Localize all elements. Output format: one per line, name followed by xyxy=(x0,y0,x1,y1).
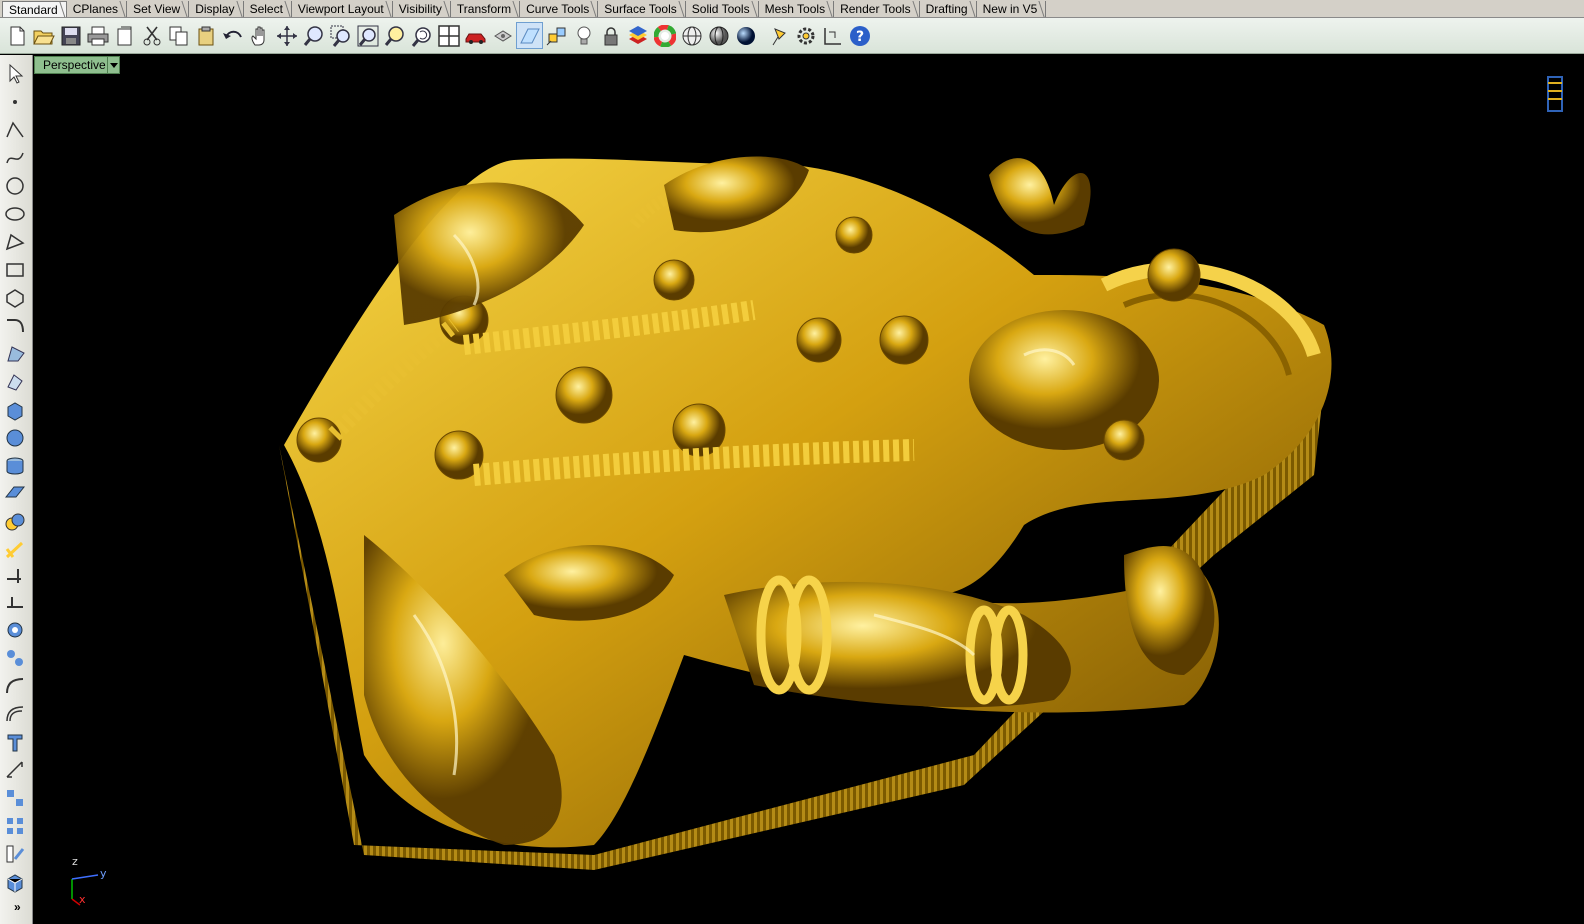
wireframe-sphere-icon[interactable] xyxy=(678,22,705,49)
pin-icon[interactable] xyxy=(765,22,792,49)
axis-x-label: x xyxy=(79,893,86,906)
cplane-icon[interactable] xyxy=(516,22,543,49)
main-left-toolbar xyxy=(0,55,33,924)
tab-new-in-v5[interactable]: New in V5 xyxy=(977,1,1047,17)
split-icon[interactable] xyxy=(3,591,27,613)
more-tools-chevron[interactable]: » xyxy=(14,900,21,914)
standard-toolbar: ? xyxy=(0,18,1584,54)
plane-icon[interactable] xyxy=(3,483,27,505)
fillet-icon[interactable] xyxy=(3,675,27,697)
properties-icon[interactable] xyxy=(3,843,27,865)
box-icon[interactable] xyxy=(3,399,27,421)
paste-icon[interactable] xyxy=(192,22,219,49)
tab-curve-tools[interactable]: Curve Tools xyxy=(520,1,599,17)
curve-icon[interactable] xyxy=(3,147,27,169)
offset-icon[interactable] xyxy=(3,703,27,725)
pan-hand-icon[interactable] xyxy=(246,22,273,49)
svg-text:?: ? xyxy=(855,29,863,45)
tab-drafting[interactable]: Drafting xyxy=(920,1,977,17)
tab-render-tools[interactable]: Render Tools xyxy=(834,1,920,17)
cut-icon[interactable] xyxy=(138,22,165,49)
toolbar-tab-strip: Standard CPlanes Set View Display Select View… xyxy=(0,0,1584,18)
world-axes-icon xyxy=(71,874,99,906)
rectangle-icon[interactable] xyxy=(3,259,27,281)
zoom-icon[interactable] xyxy=(300,22,327,49)
copy-icon[interactable] xyxy=(165,22,192,49)
copy-to-clipboard-icon[interactable] xyxy=(111,22,138,49)
tab-cplanes[interactable]: CPlanes xyxy=(67,1,128,17)
new-file-icon[interactable] xyxy=(3,22,30,49)
zoom-extents-icon[interactable] xyxy=(354,22,381,49)
explode-icon[interactable] xyxy=(3,647,27,669)
tab-viewport-layout[interactable]: Viewport Layout xyxy=(292,1,393,17)
arc-icon[interactable] xyxy=(3,231,27,253)
point-icon[interactable] xyxy=(3,91,27,113)
tab-transform[interactable]: Transform xyxy=(451,1,521,17)
polyline-icon[interactable] xyxy=(3,119,27,141)
tab-solid-tools[interactable]: Solid Tools xyxy=(686,1,759,17)
layer-icon[interactable] xyxy=(624,22,651,49)
perspective-viewport[interactable]: Perspective z y x xyxy=(34,55,1584,924)
undo-view-icon[interactable] xyxy=(408,22,435,49)
help-icon[interactable]: ? xyxy=(846,22,873,49)
undo-icon[interactable] xyxy=(219,22,246,49)
camera-icon[interactable] xyxy=(489,22,516,49)
gear-icon[interactable] xyxy=(792,22,819,49)
light-bulb-icon[interactable] xyxy=(570,22,597,49)
save-icon[interactable] xyxy=(57,22,84,49)
tab-mesh-tools[interactable]: Mesh Tools xyxy=(759,1,835,17)
open-file-icon[interactable] xyxy=(30,22,57,49)
axis-y-label: y xyxy=(100,867,107,880)
tab-visibility[interactable]: Visibility xyxy=(393,1,451,17)
select-arrow-icon[interactable] xyxy=(3,63,27,85)
trim-icon[interactable] xyxy=(3,565,27,587)
array-icon[interactable] xyxy=(3,815,27,837)
fillet-curve-icon[interactable] xyxy=(3,315,27,337)
lock-icon[interactable] xyxy=(597,22,624,49)
tab-set-view[interactable]: Set View xyxy=(127,1,190,17)
ellipse-icon[interactable] xyxy=(3,203,27,225)
text-icon[interactable] xyxy=(3,731,27,753)
tab-display[interactable]: Display xyxy=(189,1,244,17)
car-icon[interactable] xyxy=(462,22,489,49)
tab-standard[interactable]: Standard xyxy=(2,1,67,17)
tab-surface-tools[interactable]: Surface Tools xyxy=(598,1,686,17)
lights-icon[interactable] xyxy=(543,22,570,49)
surface-corner-icon[interactable] xyxy=(3,343,27,365)
circle-icon[interactable] xyxy=(3,175,27,197)
dimension-icon[interactable] xyxy=(819,22,846,49)
rebuild-icon[interactable] xyxy=(3,539,27,561)
tab-select[interactable]: Select xyxy=(244,1,292,17)
join-icon[interactable] xyxy=(3,619,27,641)
zoom-selected-icon[interactable] xyxy=(381,22,408,49)
sphere-icon[interactable] xyxy=(3,427,27,449)
color-wheel-icon[interactable] xyxy=(651,22,678,49)
four-viewports-icon[interactable] xyxy=(435,22,462,49)
boolean-icon[interactable] xyxy=(3,511,27,533)
polygon-icon[interactable] xyxy=(3,287,27,309)
axis-z-label: z xyxy=(72,855,78,868)
print-icon[interactable] xyxy=(84,22,111,49)
zoom-window-icon[interactable] xyxy=(327,22,354,49)
extrude-surface-icon[interactable] xyxy=(3,371,27,393)
mesh-icon[interactable] xyxy=(3,871,27,893)
rendered-sphere-icon[interactable] xyxy=(732,22,759,49)
shaded-sphere-icon[interactable] xyxy=(705,22,732,49)
cylinder-icon[interactable] xyxy=(3,455,27,477)
rotate-view-icon[interactable] xyxy=(273,22,300,49)
dimension-icon[interactable] xyxy=(3,759,27,781)
transform-icon[interactable] xyxy=(3,787,27,809)
3d-model-render[interactable] xyxy=(34,55,1584,924)
viewport-widget-icon[interactable] xyxy=(1545,73,1567,115)
